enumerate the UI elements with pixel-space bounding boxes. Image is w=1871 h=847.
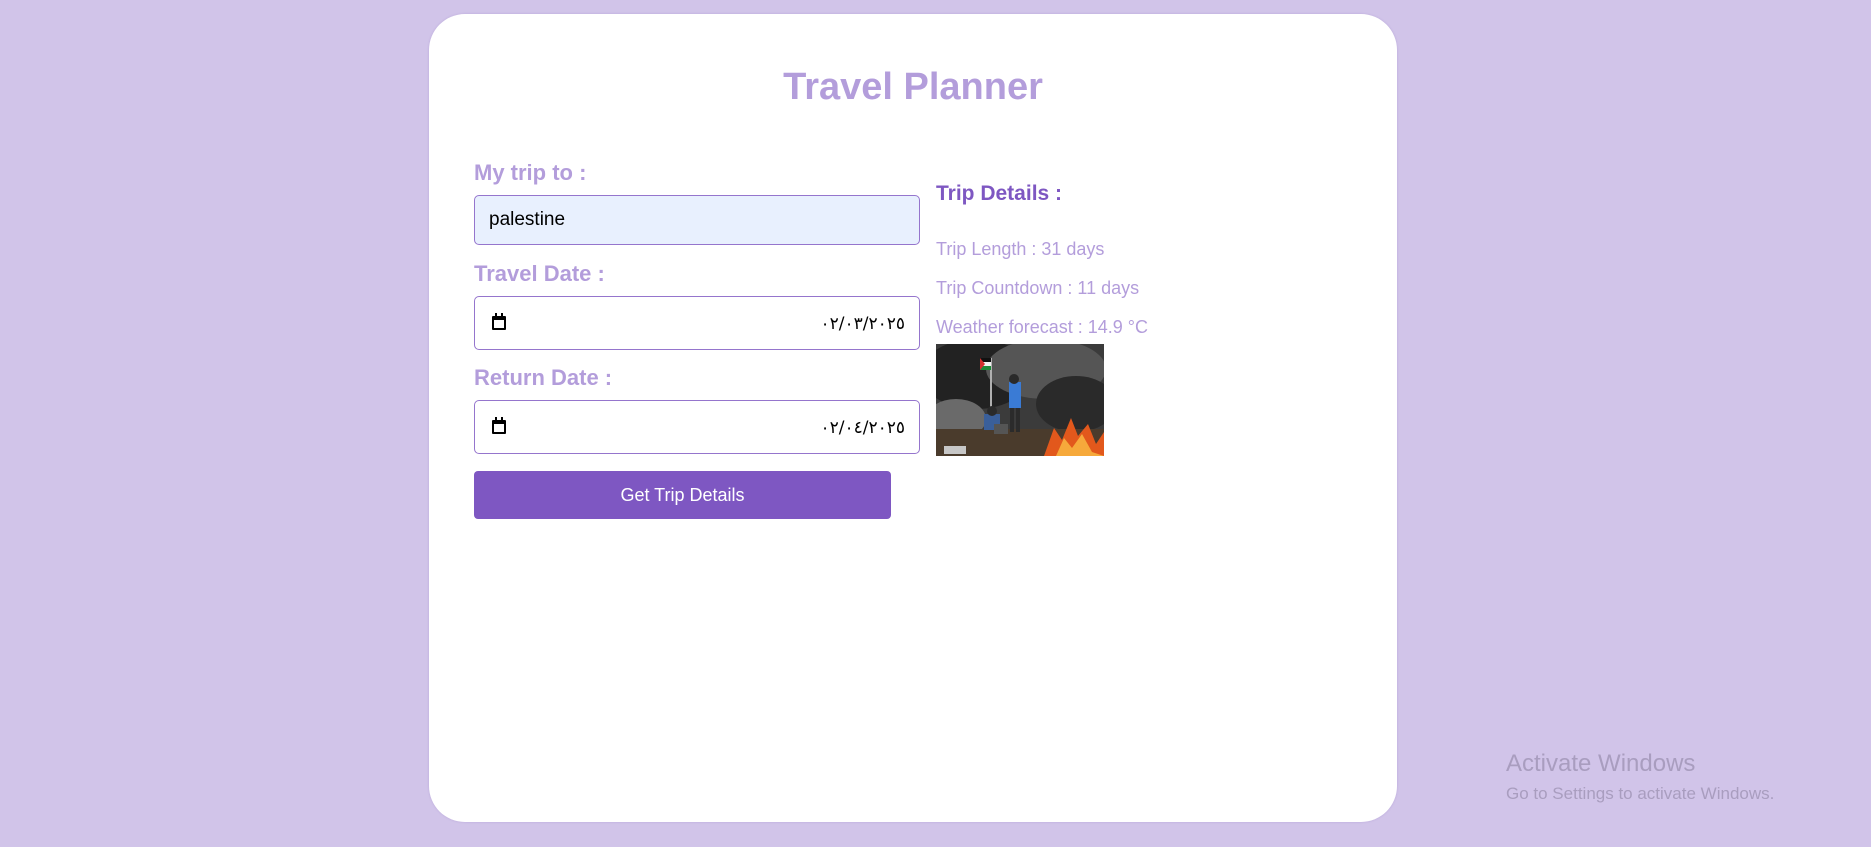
return-date-value: ٠٢/٠٤/٢٠٢٥	[820, 418, 905, 438]
destination-photo	[936, 344, 1104, 456]
calendar-icon[interactable]	[492, 313, 506, 330]
return-date-label: Return Date :	[474, 365, 613, 390]
calendar-icon[interactable]	[492, 417, 506, 434]
return-date-input[interactable]: ٠٢/٠٤/٢٠٢٥	[474, 400, 920, 454]
travel-date-value: ٠٢/٠٣/٢٠٢٥	[820, 314, 905, 334]
page-title: Travel Planner	[783, 66, 1043, 108]
trip-details-heading: Trip Details :	[936, 182, 1063, 205]
trip-countdown: Trip Countdown : 11 days	[936, 278, 1140, 298]
travel-planner-card: Travel Planner My trip to : Travel Date …	[429, 14, 1397, 822]
travel-date-label: Travel Date :	[474, 261, 605, 286]
travel-date-input[interactable]: ٠٢/٠٣/٢٠٢٥	[474, 296, 920, 350]
activate-windows-title: Activate Windows	[1506, 750, 1696, 777]
weather-forecast: Weather forecast : 14.9 °C	[936, 317, 1148, 337]
destination-input[interactable]	[474, 195, 920, 245]
trip-length: Trip Length : 31 days	[936, 239, 1105, 259]
activate-windows-subtitle: Go to Settings to activate Windows.	[1506, 784, 1775, 803]
get-trip-details-button[interactable]: Get Trip Details	[474, 471, 891, 519]
destination-label: My trip to :	[474, 160, 587, 185]
